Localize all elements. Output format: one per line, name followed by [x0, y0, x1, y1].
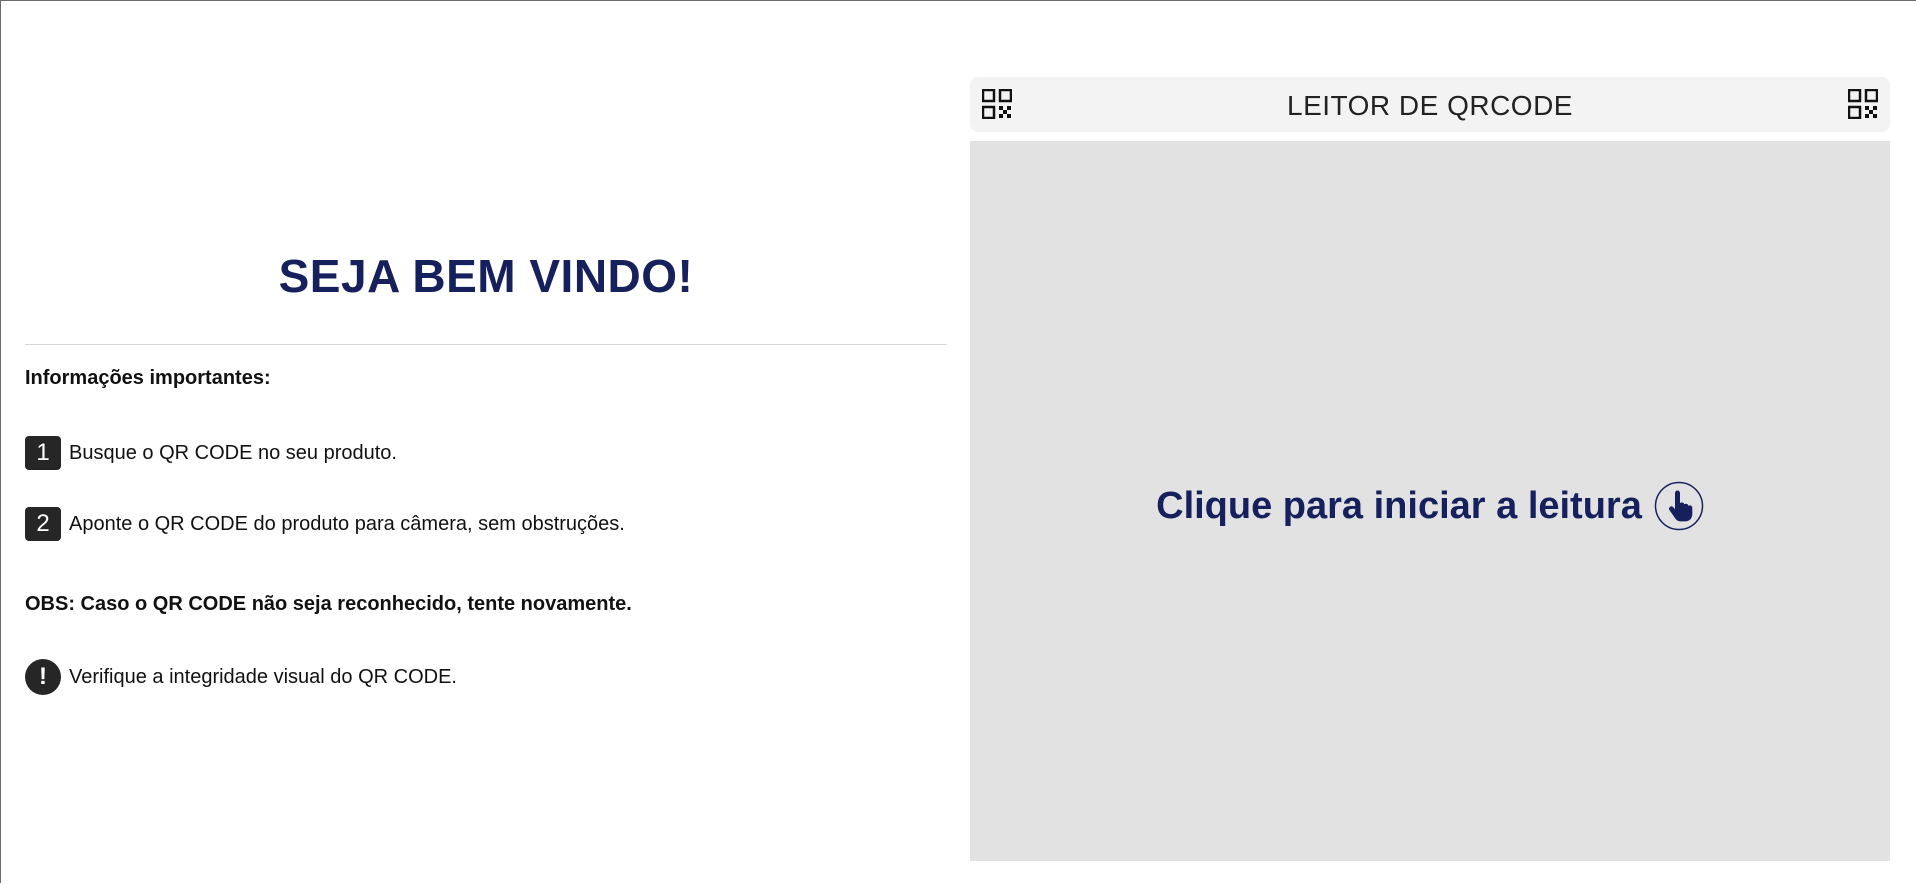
qrcode-icon [1848, 89, 1878, 119]
step-text: Busque o QR CODE no seu produto. [69, 441, 397, 464]
alert-item: ! Verifique a integridade visual do QR C… [25, 659, 457, 695]
qr-reader-area[interactable]: Clique para iniciar a leitura [970, 141, 1890, 861]
step-number-badge: 1 [25, 436, 61, 470]
welcome-panel: SEJA BEM VINDO! Informações importantes:… [25, 1, 947, 884]
reader-title: LEITOR DE QRCODE [1287, 90, 1573, 121]
app-frame: SEJA BEM VINDO! Informações importantes:… [0, 0, 1916, 883]
info-heading: Informações importantes: [25, 367, 271, 389]
obs-note: OBS: Caso o QR CODE não seja reconhecido… [25, 593, 632, 615]
alert-text: Verifique a integridade visual do QR COD… [69, 665, 457, 688]
start-reading-label: Clique para iniciar a leitura [1156, 484, 1642, 527]
reader-header: LEITOR DE QRCODE [970, 77, 1890, 132]
pointer-hand-icon [1654, 481, 1704, 531]
step-item-2: 2 Aponte o QR CODE do produto para câmer… [25, 507, 625, 541]
exclamation-icon: ! [25, 659, 61, 695]
step-item-1: 1 Busque o QR CODE no seu produto. [25, 436, 397, 470]
step-number-badge: 2 [25, 507, 61, 541]
start-reading-button[interactable]: Clique para iniciar a leitura [970, 479, 1890, 533]
page-title: SEJA BEM VINDO! [278, 250, 694, 302]
divider [25, 344, 947, 345]
step-text: Aponte o QR CODE do produto para câmera,… [69, 512, 625, 535]
